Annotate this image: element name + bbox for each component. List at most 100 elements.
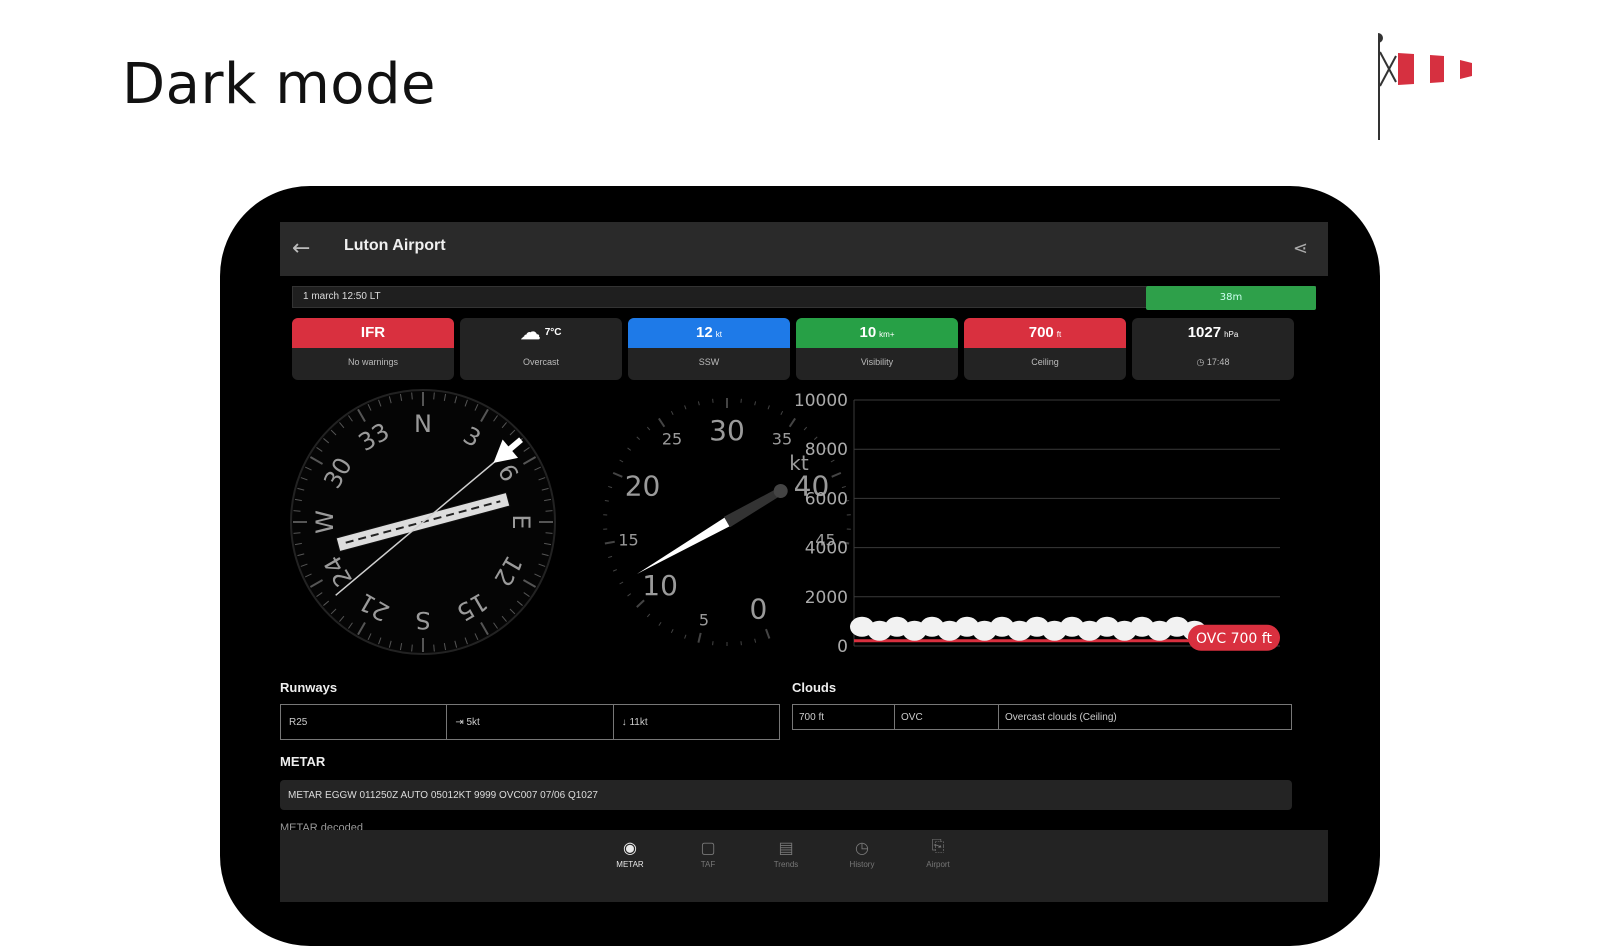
wind-direction-label: SSW bbox=[628, 348, 790, 376]
speed-tick bbox=[698, 401, 699, 405]
nav-trends[interactable]: ▤ Trends bbox=[756, 838, 816, 869]
clouds-title: Clouds bbox=[792, 680, 836, 695]
temperature-value: 7°C bbox=[545, 327, 562, 338]
headwind-value: 11kt bbox=[629, 717, 647, 728]
clouds-table: 700 ft OVC Overcast clouds (Ceiling) bbox=[792, 704, 1292, 730]
metar-raw-text[interactable]: METAR EGGW 011250Z AUTO 05012KT 9999 OVC… bbox=[280, 780, 1292, 810]
taf-icon: ▢ bbox=[678, 838, 738, 858]
observation-age-badge: 38m bbox=[1146, 286, 1316, 310]
warnings-label: No warnings bbox=[292, 348, 454, 376]
tile-flight-category[interactable]: IFR No warnings bbox=[292, 318, 454, 380]
chart-tick-label: 2000 bbox=[805, 588, 848, 608]
nav-taf[interactable]: ▢ TAF bbox=[678, 838, 738, 869]
chart-tick-label: 8000 bbox=[805, 440, 848, 460]
speed-tick bbox=[831, 460, 834, 462]
speed-tick bbox=[647, 427, 650, 430]
speed-tick bbox=[608, 556, 612, 557]
ceiling-badge-label: OVC 700 ft bbox=[1196, 631, 1272, 647]
speed-tick bbox=[628, 594, 631, 596]
speed-label: 10 bbox=[642, 569, 678, 602]
cloud-cover: OVC bbox=[895, 705, 999, 729]
chart-tick-label: 6000 bbox=[805, 489, 848, 509]
speed-label: 35 bbox=[772, 429, 792, 448]
windsock-icon bbox=[1378, 30, 1498, 148]
cloud-icon: ☁ bbox=[521, 322, 541, 344]
observation-time-bar: 1 march 12:50 LT 38m bbox=[292, 286, 1316, 308]
speed-tick bbox=[659, 622, 661, 625]
compass-tick bbox=[293, 511, 300, 512]
visibility-value: 10 bbox=[859, 324, 876, 341]
needle-tail bbox=[724, 488, 780, 527]
speed-label: 0 bbox=[750, 592, 768, 625]
speed-label: 20 bbox=[625, 470, 661, 503]
runway-id[interactable]: R25 bbox=[281, 705, 447, 739]
visibility-unit: km+ bbox=[879, 330, 894, 339]
weather-label: Overcast bbox=[460, 348, 622, 376]
speed-tick bbox=[685, 635, 686, 639]
speed-label: 15 bbox=[618, 530, 638, 549]
runways-title: Runways bbox=[280, 680, 337, 695]
speed-tick bbox=[605, 542, 615, 544]
wind-speed-gauge: 051015202530354045kt bbox=[603, 398, 851, 646]
ceiling-label: Ceiling bbox=[964, 348, 1126, 376]
speed-tick bbox=[613, 570, 617, 572]
flight-category: IFR bbox=[292, 318, 454, 348]
arrow-left-icon[interactable]: ← bbox=[292, 236, 310, 261]
runways-table: R25 ⇥ 5kt ↓ 11kt bbox=[280, 704, 780, 740]
page-title: Dark mode bbox=[122, 52, 436, 117]
chart-tick-label: 0 bbox=[837, 637, 848, 657]
speed-label: 5 bbox=[699, 610, 709, 629]
airport-title: Luton Airport bbox=[344, 237, 446, 255]
app-screen: ← Luton Airport ⋖ 1 march 12:50 LT 38m I… bbox=[280, 222, 1328, 902]
cloud-description: Overcast clouds (Ceiling) bbox=[999, 705, 1291, 729]
airport-icon: ⎘ bbox=[908, 838, 968, 858]
speed-label: 25 bbox=[662, 429, 682, 448]
crosswind-value: 5kt bbox=[467, 717, 480, 728]
share-icon[interactable]: ⋖ bbox=[1293, 238, 1308, 259]
app-bar: ← Luton Airport ⋖ bbox=[280, 222, 1328, 276]
crosswind-icon: ⇥ bbox=[455, 717, 463, 728]
tile-weather[interactable]: ☁ 7°C Overcast bbox=[460, 318, 622, 380]
tile-pressure[interactable]: 1027hPa ◷ 17:48 bbox=[1132, 318, 1294, 380]
nav-airport[interactable]: ⎘ Airport bbox=[908, 838, 968, 869]
speed-tick bbox=[768, 405, 769, 409]
pressure-value: 1027 bbox=[1188, 324, 1221, 341]
speed-tick bbox=[755, 639, 756, 643]
gauges-area: NESW36121521243033 051015202530354045kt … bbox=[280, 382, 1328, 672]
speed-tick bbox=[671, 629, 673, 633]
speed-tick bbox=[832, 473, 841, 477]
compass-tick bbox=[434, 392, 435, 399]
trends-icon: ▤ bbox=[756, 838, 816, 858]
clock-icon: ◷ bbox=[1197, 357, 1205, 367]
compass-tick bbox=[412, 392, 413, 399]
chart-tick-label: 4000 bbox=[805, 539, 848, 559]
cloud-chart: 10000 8000 6000 4000 2000 0 OVC 700 ft bbox=[794, 391, 1280, 657]
nav-history[interactable]: ◷ History bbox=[832, 838, 892, 869]
speed-tick bbox=[608, 486, 612, 487]
tile-visibility[interactable]: 10km+ Visibility bbox=[796, 318, 958, 380]
summary-tiles: IFR No warnings ☁ 7°C Overcast 12kt SSW … bbox=[292, 318, 1316, 380]
speed-tick bbox=[647, 614, 650, 617]
headwind-icon: ↓ bbox=[622, 717, 627, 728]
speed-tick bbox=[842, 486, 846, 487]
compass-tick bbox=[546, 511, 553, 512]
pressure-unit: hPa bbox=[1224, 330, 1238, 339]
speed-tick bbox=[698, 633, 700, 643]
speed-tick bbox=[671, 411, 673, 415]
tile-ceiling[interactable]: 700ft Ceiling bbox=[964, 318, 1126, 380]
metar-title: METAR bbox=[280, 754, 325, 769]
speed-tick bbox=[659, 418, 664, 426]
compass-label: E bbox=[507, 514, 535, 529]
speed-label: 30 bbox=[709, 414, 745, 447]
visibility-label: Visibility bbox=[796, 348, 958, 376]
speed-tick bbox=[613, 473, 622, 477]
chart-tick-label: 10000 bbox=[794, 391, 848, 411]
compass-tick bbox=[434, 645, 435, 652]
cloud-height: 700 ft bbox=[793, 705, 895, 729]
compass-tick bbox=[412, 645, 413, 652]
nav-metar[interactable]: ◉ METAR bbox=[600, 838, 660, 869]
ceiling-value: 700 bbox=[1029, 324, 1054, 341]
speed-tick bbox=[781, 411, 783, 415]
compass-label: N bbox=[414, 410, 432, 438]
tile-wind[interactable]: 12kt SSW bbox=[628, 318, 790, 380]
